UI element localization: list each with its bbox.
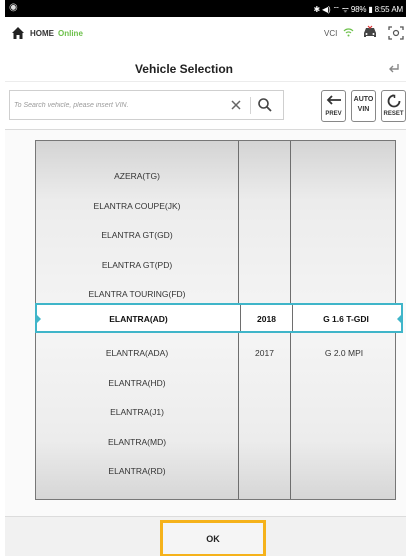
model-cell: ELANTRA TOURING(FD) [88, 289, 186, 299]
ok-button[interactable]: OK [160, 520, 266, 556]
prev-label: PREV [325, 111, 342, 117]
engine-cell: G 1.6 T-GDI [323, 314, 369, 324]
top-nav: HOME Online VCI [5, 17, 406, 57]
status-bar: ◉ ✱ ◀) ⌔ ᯤ 98% ▮ 8:55 AM [5, 0, 406, 17]
vehicle-row[interactable]: ELANTRA COUPE(JK) [36, 191, 395, 220]
auto-vin-button[interactable]: AUTO VIN [351, 90, 376, 122]
vehicle-row[interactable]: ELANTRA GT(PD) [36, 250, 395, 279]
vehicle-row[interactable]: ELANTRA(RD) [36, 456, 395, 485]
bottom-bar: OK [5, 516, 406, 556]
model-cell: ELANTRA(AD) [109, 314, 168, 324]
selected-vehicle-row[interactable]: ELANTRA(AD) 2018 G 1.6 T-GDI [35, 303, 403, 333]
year-cell: 2018 [257, 314, 276, 324]
model-cell: ELANTRA(ADA) [105, 348, 169, 358]
vin-search-input[interactable] [10, 91, 220, 119]
model-cell: ELANTRA(J1) [110, 407, 164, 417]
model-cell: ELANTRA(RD) [108, 466, 166, 476]
app-screen: ◉ ✱ ◀) ⌔ ᯤ 98% ▮ 8:55 AM HOME Online VCI… [5, 0, 406, 556]
status-indicators: ✱ ◀) ⌔ ᯤ 98% ▮ 8:55 AM [313, 5, 404, 14]
vehicle-row[interactable]: ELANTRA(ADA) 2017 G 2.0 MPI [36, 338, 395, 367]
model-cell: ELANTRA(HD) [108, 377, 166, 388]
vehicle-row[interactable]: ELANTRA(J1) [36, 397, 395, 426]
online-status: Online [58, 29, 83, 38]
clear-icon[interactable] [229, 98, 243, 112]
search-divider [250, 97, 251, 114]
page-title: Vehicle Selection [134, 62, 234, 76]
screenshot-icon[interactable] [388, 26, 404, 40]
vehicle-row[interactable]: ELANTRA(HD) [36, 368, 395, 397]
model-cell: ELANTRA COUPE(JK) [93, 200, 181, 211]
vin-search-box [9, 90, 284, 120]
reset-label: RESET [383, 111, 404, 117]
vehicle-row[interactable]: ELANTRA GT(GD) [36, 220, 395, 249]
android-icon: ◉ [9, 2, 18, 13]
vehicle-row[interactable]: AZERA(TG) [36, 161, 395, 190]
engine-cell: G 2.0 MPI [324, 348, 364, 358]
left-arrow-icon [326, 95, 341, 105]
home-icon[interactable] [11, 26, 25, 40]
reset-icon [387, 94, 401, 108]
car-icon[interactable] [362, 25, 378, 39]
back-arrow-icon[interactable] [387, 61, 401, 75]
home-link[interactable]: HOME [30, 29, 54, 38]
year-cell: 2017 [255, 348, 274, 358]
model-cell: ELANTRA GT(GD) [101, 230, 173, 240]
auto-vin-label-line2: VIN [357, 106, 370, 113]
model-cell: AZERA(TG) [114, 171, 160, 181]
model-cell: ELANTRA(MD) [107, 436, 167, 447]
search-area: PREV AUTO VIN RESET [5, 81, 406, 129]
search-icon[interactable] [257, 97, 273, 113]
title-bar: Vehicle Selection [5, 57, 406, 81]
reset-button[interactable]: RESET [381, 90, 406, 122]
vci-label: VCI [324, 29, 338, 38]
vci-connection-icon [343, 28, 354, 37]
prev-button[interactable]: PREV [321, 90, 346, 122]
vehicle-row[interactable]: ELANTRA(MD) [36, 427, 395, 456]
auto-vin-label-line1: AUTO [353, 96, 374, 103]
model-cell: ELANTRA GT(PD) [101, 259, 173, 270]
